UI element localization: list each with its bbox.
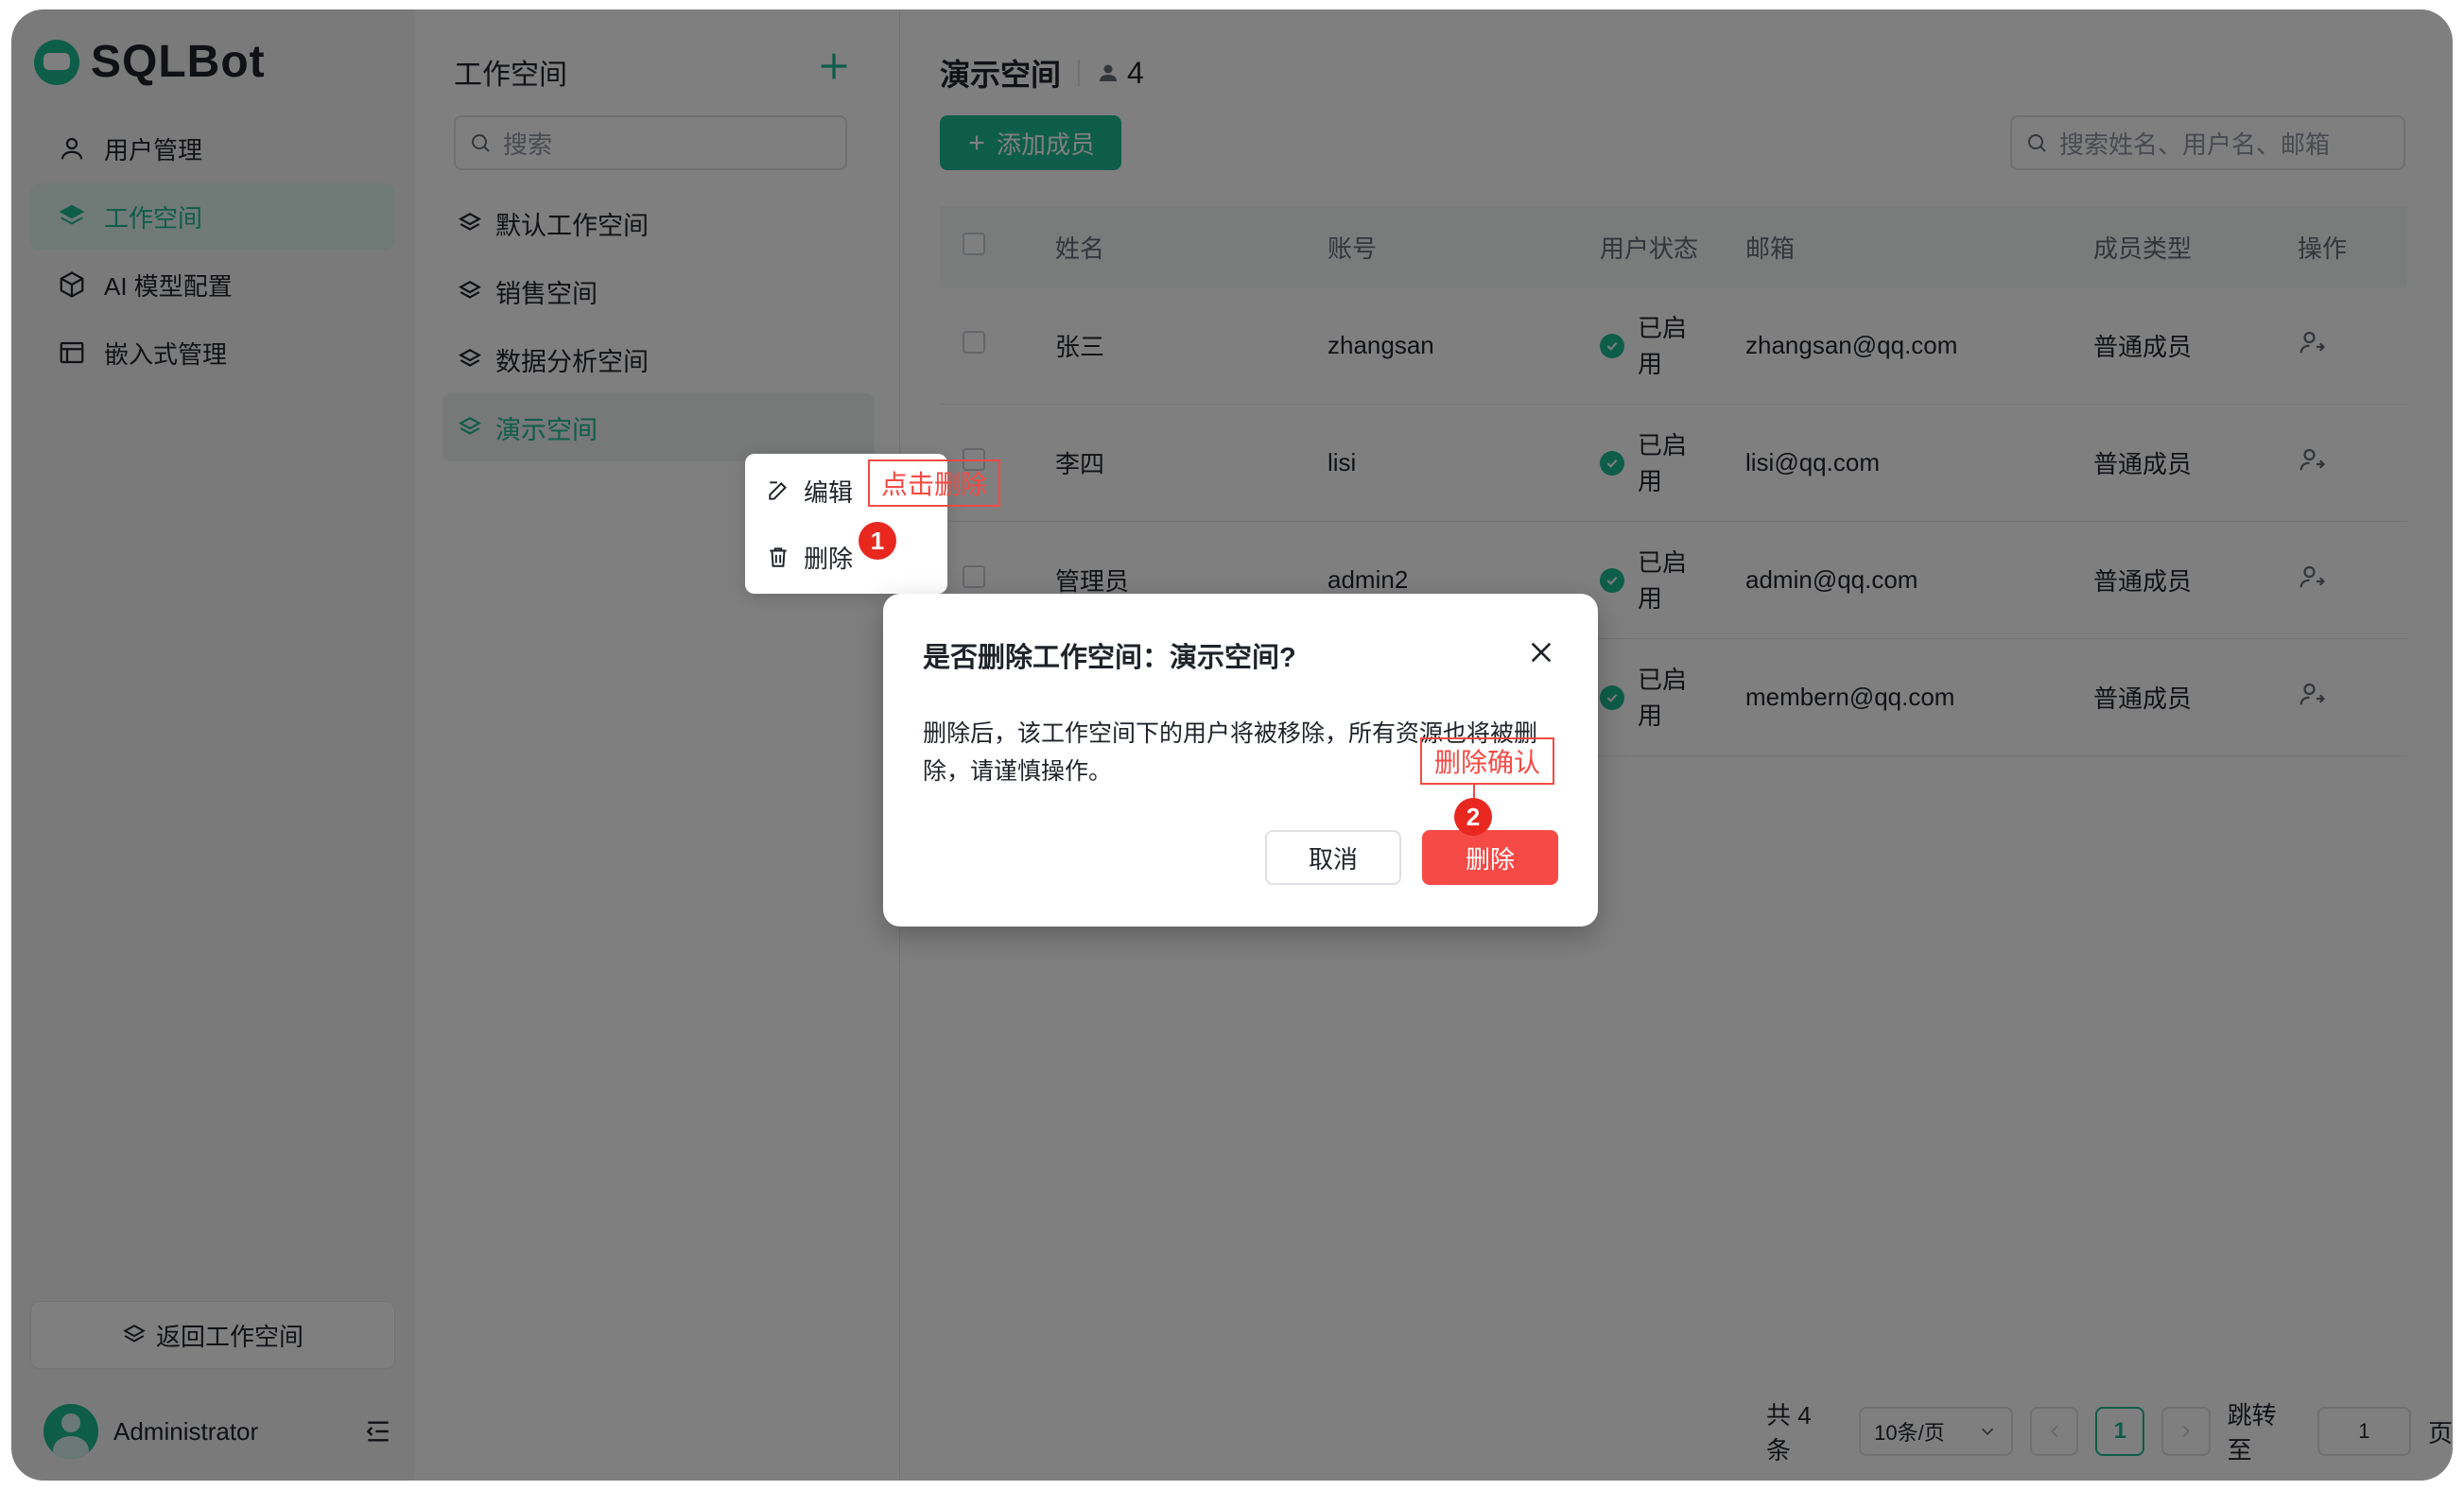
annotation-step2-badge: 2 [1454, 798, 1492, 836]
context-delete-label: 删除 [804, 544, 854, 573]
annotation-step1-badge: 1 [859, 522, 896, 560]
context-edit-label: 编辑 [804, 477, 854, 507]
app-window: SQLBot 用户管理 工作空间 AI 模型配置 [11, 9, 2453, 1481]
cancel-button[interactable]: 取消 [1265, 830, 1401, 885]
confirm-delete-button[interactable]: 删除 [1422, 830, 1558, 885]
edit-icon [769, 481, 787, 500]
trash-icon [770, 547, 787, 567]
context-delete-item[interactable]: 删除 [745, 524, 947, 590]
dialog-title: 是否删除工作空间：演示空间? [923, 643, 1296, 673]
annotation-step2-label: 删除确认 [1420, 737, 1554, 785]
annotation-step1-label: 点击删除 [868, 459, 1000, 507]
close-icon[interactable] [1526, 637, 1556, 667]
